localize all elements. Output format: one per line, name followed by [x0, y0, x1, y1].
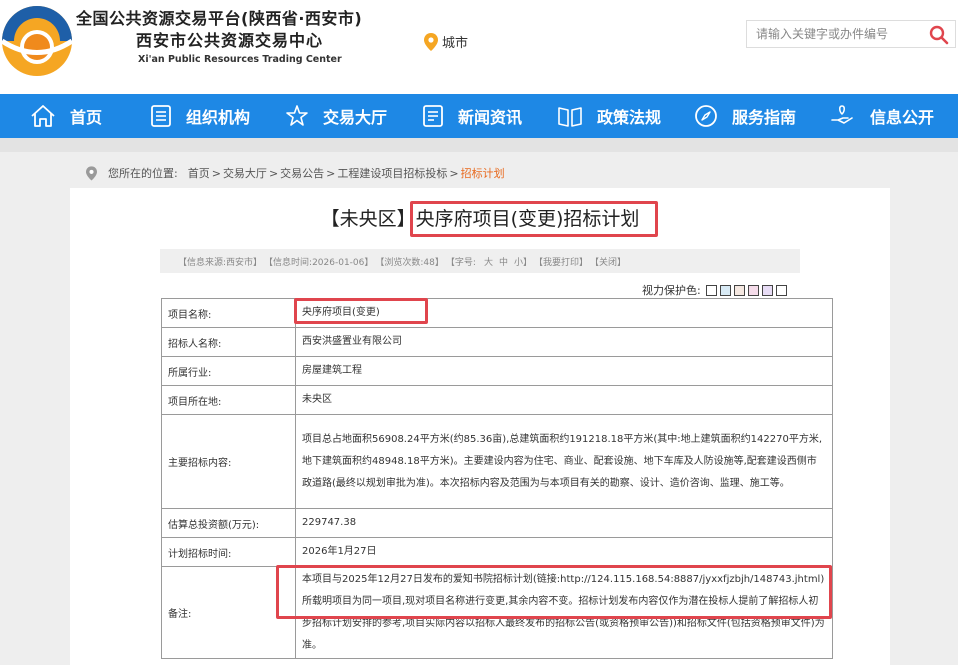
- nav-item-service-guide[interactable]: 服务指南: [694, 94, 796, 138]
- org-name[interactable]: 全国公共资源交易平台(陕西省·西安市) 西安市公共资源交易中心 Xi'an Pu…: [76, 8, 362, 68]
- org-name-line2: 西安市公共资源交易中心: [136, 31, 324, 50]
- nav-item-label: 政策法规: [597, 108, 662, 127]
- font-size-small-button[interactable]: 小】: [514, 255, 532, 268]
- eye-color-swatch[interactable]: [761, 284, 773, 296]
- breadcrumb: 您所在的位置: 首页 > 交易大厅 > 交易公告 > 工程建设项目招标投标 > …: [86, 165, 505, 181]
- book-icon: [558, 107, 582, 127]
- print-button[interactable]: 【我要打印】: [534, 255, 588, 268]
- search-box: [746, 20, 956, 48]
- nav-item-policy[interactable]: 政策法规: [557, 94, 661, 138]
- location-pin-icon: [86, 165, 97, 181]
- table-row: 备注: 本项目与2025年12月27日发布的爱知书院招标计划(链接:http:/…: [161, 566, 833, 659]
- header-band: [0, 138, 958, 152]
- table-value: 229747.38: [295, 508, 833, 538]
- nav-item-trading-hall[interactable]: 交易大厅: [285, 94, 387, 138]
- table-key: 招标人名称:: [161, 327, 296, 357]
- breadcrumb-separator: >: [326, 166, 336, 180]
- main-nav: 首页 组织机构 交易大厅 新闻资讯 政策法规 服务指南 信息公开: [0, 94, 958, 138]
- breadcrumb-link-bidding[interactable]: 工程建设项目招标投标: [337, 165, 447, 181]
- breadcrumb-link-trading-hall[interactable]: 交易大厅: [223, 165, 267, 181]
- nav-item-label: 服务指南: [732, 108, 797, 127]
- search-input[interactable]: [747, 21, 927, 47]
- table-row: 所属行业: 房屋建筑工程: [161, 356, 833, 386]
- eye-color-swatch[interactable]: [705, 284, 717, 296]
- font-size-medium-button[interactable]: 中: [499, 255, 508, 268]
- table-key: 项目所在地:: [161, 385, 296, 415]
- nav-item-label: 信息公开: [870, 108, 935, 127]
- article-panel: 【未央区】央序府项目(变更)招标计划 【信息来源:西安市】 【信息时间:2026…: [70, 188, 890, 665]
- nav-item-news[interactable]: 新闻资讯: [422, 94, 522, 138]
- location-pin-icon: [424, 32, 438, 51]
- table-value: 本项目与2025年12月27日发布的爱知书院招标计划(链接:http://124…: [295, 566, 833, 659]
- nav-item-label: 首页: [70, 108, 103, 127]
- nav-item-info-disclosure[interactable]: 信息公开: [830, 94, 934, 138]
- table-row: 项目名称: 央序府项目(变更): [161, 298, 833, 328]
- table-row: 计划招标时间: 2026年1月27日: [161, 537, 833, 567]
- title-highlight-box: [410, 201, 658, 237]
- breadcrumb-prefix: 您所在的位置:: [108, 167, 178, 180]
- eye-color-swatch[interactable]: [775, 284, 787, 296]
- table-row: 招标人名称: 西安洪盛置业有限公司: [161, 327, 833, 357]
- table-value: 房屋建筑工程: [295, 356, 833, 386]
- nav-item-home[interactable]: 首页: [30, 94, 102, 138]
- breadcrumb-link-announcements[interactable]: 交易公告: [280, 165, 324, 181]
- table-row: 主要招标内容: 项目总占地面积56908.24平方米(约85.36亩),总建筑面…: [161, 414, 833, 509]
- eye-color-swatch[interactable]: [719, 284, 731, 296]
- list-icon: [423, 105, 443, 127]
- table-key: 主要招标内容:: [161, 414, 296, 509]
- table-key: 备注:: [161, 566, 296, 659]
- home-icon: [31, 105, 55, 127]
- eye-care-label: 视力保护色:: [642, 284, 701, 297]
- table-key: 估算总投资额(万元):: [161, 508, 296, 538]
- site-header: 全国公共资源交易平台(陕西省·西安市) 西安市公共资源交易中心 Xi'an Pu…: [0, 0, 958, 94]
- compass-icon: [695, 105, 717, 127]
- table-key: 项目名称:: [161, 298, 296, 328]
- project-info-table: 项目名称: 央序府项目(变更) 招标人名称: 西安洪盛置业有限公司 所属行业: …: [161, 298, 833, 659]
- table-value: 西安洪盛置业有限公司: [295, 327, 833, 357]
- table-value: 央序府项目(变更): [295, 298, 833, 328]
- logo-icon[interactable]: [0, 4, 74, 78]
- table-key: 所属行业:: [161, 356, 296, 386]
- org-name-line1: 全国公共资源交易平台(陕西省·西安市): [76, 9, 363, 28]
- font-size-large-button[interactable]: 大: [484, 255, 493, 268]
- table-value: 未央区: [295, 385, 833, 415]
- city-selector[interactable]: 城市: [424, 32, 468, 51]
- breadcrumb-current[interactable]: 招标计划: [461, 165, 505, 181]
- nav-item-label: 交易大厅: [323, 108, 388, 127]
- table-row: 估算总投资额(万元): 229747.38: [161, 508, 833, 538]
- article-meta-bar: 【信息来源:西安市】 【信息时间:2026-01-06】 【浏览次数:48】 【…: [160, 249, 800, 273]
- meta-views: 【浏览次数:48】: [375, 257, 444, 268]
- nav-item-label: 组织机构: [186, 108, 251, 127]
- meta-font-size-label: 【字号:: [445, 257, 476, 268]
- hand-icon: [831, 105, 853, 124]
- table-row: 项目所在地: 未央区: [161, 385, 833, 415]
- org-name-english: Xi'an Public Resources Trading Center: [138, 54, 342, 65]
- breadcrumb-link-home[interactable]: 首页: [188, 165, 210, 181]
- search-icon[interactable]: [929, 25, 949, 45]
- eye-color-swatch[interactable]: [733, 284, 745, 296]
- nav-item-label: 新闻资讯: [458, 108, 523, 127]
- table-value: 2026年1月27日: [295, 537, 833, 567]
- document-icon: [151, 105, 171, 127]
- eye-care-color-picker: 视力保护色:: [642, 282, 787, 298]
- breadcrumb-separator: >: [268, 166, 279, 180]
- table-key: 计划招标时间:: [161, 537, 296, 567]
- breadcrumb-separator: >: [211, 166, 221, 180]
- star-icon: [286, 105, 308, 126]
- table-value: 项目总占地面积56908.24平方米(约85.36亩),总建筑面积约191218…: [295, 414, 833, 509]
- eye-color-swatch[interactable]: [747, 284, 759, 296]
- city-label: 城市: [442, 36, 469, 51]
- meta-source: 【信息来源:西安市】: [178, 257, 263, 268]
- meta-time: 【信息时间:2026-01-06】: [264, 257, 374, 268]
- close-button[interactable]: 【关闭】: [590, 255, 626, 268]
- nav-item-organization[interactable]: 组织机构: [150, 94, 250, 138]
- breadcrumb-separator: >: [449, 166, 459, 180]
